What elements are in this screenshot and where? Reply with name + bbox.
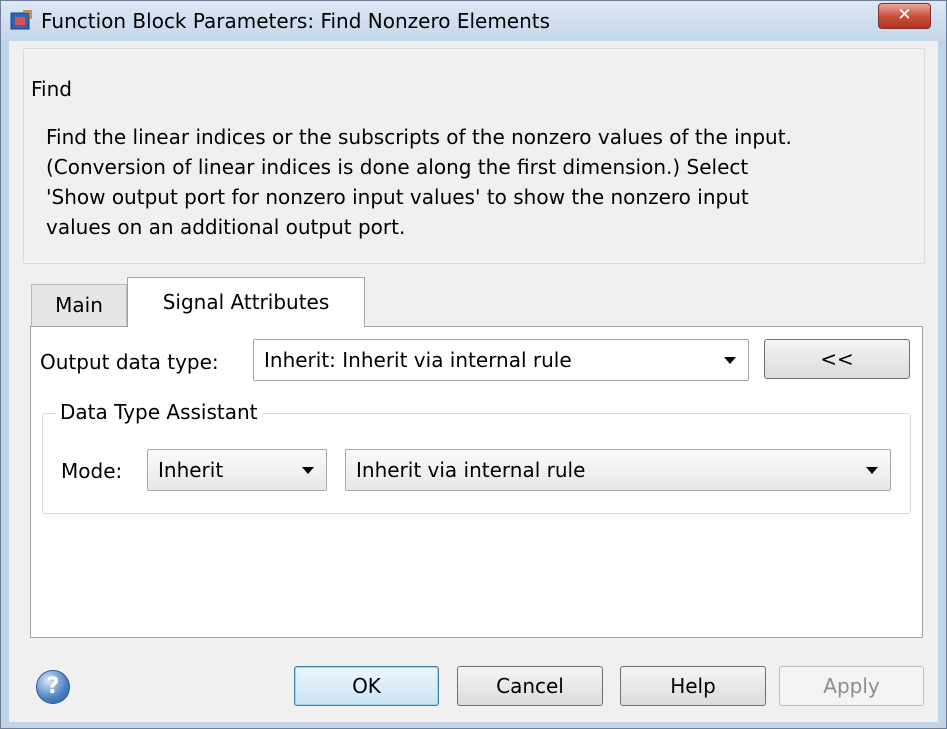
cancel-button[interactable]: Cancel: [457, 666, 603, 706]
close-button[interactable]: ✕: [878, 3, 931, 29]
help-icon[interactable]: ?: [36, 670, 70, 704]
help-button[interactable]: Help: [620, 666, 766, 706]
chevron-down-icon: [724, 357, 736, 364]
description-line: 'Show output port for nonzero input valu…: [46, 185, 749, 209]
mode-label: Mode:: [61, 459, 123, 483]
mode-dropdown[interactable]: Inherit: [147, 449, 327, 491]
signal-attributes-panel: Output data type: Inherit: Inherit via i…: [30, 326, 923, 638]
tab-main[interactable]: Main: [31, 284, 127, 326]
rule-value: Inherit via internal rule: [356, 458, 586, 482]
chevron-down-icon: [302, 467, 314, 474]
simulink-block-icon: [10, 10, 32, 30]
description-line: Find the linear indices or the subscript…: [46, 125, 792, 149]
output-data-type-value: Inherit: Inherit via internal rule: [264, 348, 572, 372]
title-bar[interactable]: Function Block Parameters: Find Nonzero …: [1, 1, 946, 41]
assistant-toggle-button[interactable]: <<: [764, 339, 910, 379]
data-type-assistant-label: Data Type Assistant: [56, 400, 262, 424]
description-line: values on an additional output port.: [46, 215, 406, 239]
ok-button[interactable]: OK: [294, 666, 439, 706]
find-group-label: Find: [27, 77, 76, 101]
mode-value: Inherit: [158, 458, 224, 482]
output-data-type-label: Output data type:: [40, 350, 219, 374]
apply-button[interactable]: Apply: [779, 666, 924, 706]
description-line: (Conversion of linear indices is done al…: [46, 155, 749, 179]
close-icon: ✕: [897, 5, 912, 25]
output-data-type-dropdown[interactable]: Inherit: Inherit via internal rule: [253, 339, 749, 381]
rule-dropdown[interactable]: Inherit via internal rule: [345, 449, 891, 491]
window-title: Function Block Parameters: Find Nonzero …: [41, 9, 551, 33]
tab-signal-attributes[interactable]: Signal Attributes: [127, 277, 365, 327]
chevron-down-icon: [866, 467, 878, 474]
